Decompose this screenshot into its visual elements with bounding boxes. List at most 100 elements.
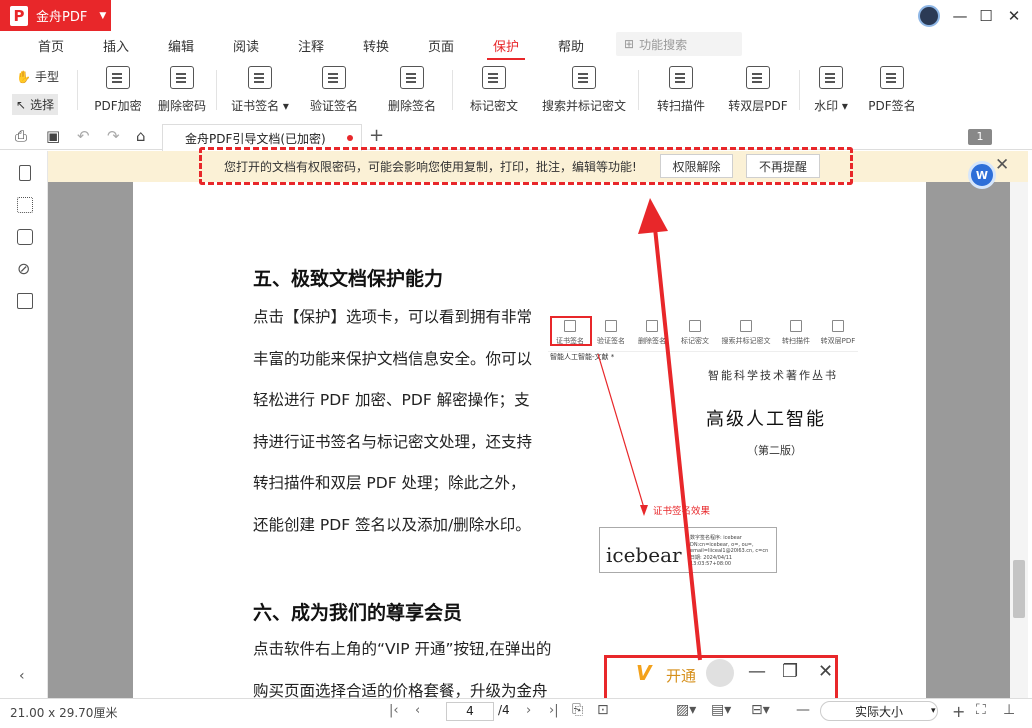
dual-layer-icon [746,66,770,89]
hand-tool[interactable]: ✋ 手型 [16,68,59,85]
section-5-paragraph: 点击【保护】选项卡，可以看到拥有非常 丰富的功能来保护文档信息安全。你可以 轻松… [253,297,553,546]
redo-icon[interactable]: ↷ [107,127,120,145]
annotation-arrow-large [638,198,702,661]
attachment-icon[interactable]: ⊘ [17,259,30,278]
section-5-heading: 五、极致文档保护能力 [253,268,444,290]
paragraph-line: 点击【保护】选项卡，可以看到拥有非常 [253,308,533,326]
comment-icon[interactable] [17,229,33,245]
undo-icon[interactable]: ↶ [77,127,90,145]
pen-icon [880,66,904,89]
unlock-icon [170,66,194,89]
verify-icon [322,66,346,89]
tab-home[interactable]: 首页 [37,36,65,55]
vertical-scrollbar[interactable] [1010,182,1028,698]
scrollbar-thumb[interactable] [1013,560,1025,618]
page-dimensions: 21.00 x 29.70厘米 [10,706,118,720]
toolbar-divider [452,70,453,110]
page-total: /4 [498,703,510,717]
document-tab-strip [0,122,1032,150]
dual-layer-label: 转双层PDF [728,99,788,113]
toolbar-divider [638,70,639,110]
close-notice-button[interactable]: ✕ [995,155,1009,175]
page-layout-icon[interactable]: ▤▾ [711,702,731,718]
first-page-icon[interactable]: |‹ [389,703,399,718]
tab-page[interactable]: 页面 [427,36,455,55]
minimize-button[interactable]: — [949,6,971,26]
thumbnails-icon[interactable] [17,197,33,213]
bookmark-icon[interactable] [19,165,31,181]
last-page-icon[interactable]: ›| [549,703,559,718]
tab-annotate[interactable]: 注释 [297,36,325,55]
collapse-sidebar-icon[interactable]: ‹ [19,668,25,684]
to-scan-button[interactable]: 转扫描件 [653,66,709,114]
tab-read[interactable]: 阅读 [232,36,260,55]
search-mark-icon [572,66,596,89]
fullscreen-icon[interactable]: ⛶ [976,702,986,718]
delete-sign-icon [400,66,424,89]
maximize-button[interactable]: ☐ [975,6,997,26]
zoom-in-icon[interactable]: + [952,702,965,721]
vip-close-icon: ✕ [818,661,834,682]
paragraph-line: 轻松进行 PDF 加密、PDF 解密操作；支 [253,391,530,409]
page-count-badge: 1 [968,129,992,145]
remove-password-button[interactable]: 删除密码 [156,66,208,114]
user-avatar[interactable] [918,5,940,27]
lock-icon [106,66,130,89]
cert-sign-button[interactable]: 证书签名 ▾ [229,66,291,114]
tab-convert[interactable]: 转换 [362,36,390,55]
next-page-icon[interactable]: › [526,703,531,718]
close-window-button[interactable]: ✕ [1003,6,1025,26]
verify-sign-label: 验证签名 [309,99,358,113]
watermark-button[interactable]: 水印 ▾ [812,66,850,114]
zoom-out-icon[interactable]: — [796,702,810,718]
section-6-heading: 六、成为我们的尊享会员 [253,602,463,624]
print-icon[interactable]: ⎙ [15,127,27,145]
mark-redaction-button[interactable]: 标记密文 [466,66,522,114]
app-name: 金舟PDF [36,10,88,25]
mark-icon [482,66,506,89]
search-grid-icon: ⊞ [624,37,635,51]
toolbar-divider [799,70,800,110]
page-number-input[interactable]: 4 [446,702,494,721]
word-convert-float-icon[interactable]: W [968,161,996,189]
document-tab-title: 金舟PDF引导文档(已加密) [185,131,326,146]
search-mark-label: 搜索并标记密文 [541,99,626,113]
signature-panel-icon[interactable] [17,293,33,309]
tab-insert[interactable]: 插入 [102,36,130,55]
pdf-encrypt-button[interactable]: PDF加密 [92,66,144,114]
title-bar [0,0,1032,32]
rotate-icon[interactable]: ⎘ [572,702,583,718]
tab-protect[interactable]: 保护 [492,36,520,55]
fit-page-icon[interactable]: ⊡ [597,702,609,718]
watermark-label: 水印 [814,99,839,113]
mark-redaction-label: 标记密文 [469,99,518,113]
delete-sign-button[interactable]: 删除签名 [384,66,440,114]
dual-layer-button[interactable]: 转双层PDF [727,66,789,114]
unsaved-dot-icon [347,135,353,141]
select-tool[interactable]: ↖ 选择 [12,94,59,115]
two-page-icon[interactable]: ⊟▾ [751,702,770,718]
pin-icon[interactable]: ⊥ [1003,702,1015,718]
view-mode-icon[interactable]: ▨▾ [676,702,696,718]
zoom-select[interactable]: 实际大小 ▾ [820,701,938,721]
prev-page-icon[interactable]: ‹ [415,703,420,718]
save-icon[interactable]: ▣ [46,127,60,145]
search-mark-button[interactable]: 搜索并标记密文 [540,66,628,114]
active-tab-indicator [487,58,525,60]
watermark-icon [819,66,843,89]
home-icon[interactable]: ⌂ [136,127,146,145]
hand-tool-label: 手型 [34,70,59,84]
book-title: 高级人工智能 [706,409,826,430]
chevron-down-icon: ▼ [99,10,107,21]
remove-password-label: 删除密码 [157,99,206,113]
tab-help[interactable]: 帮助 [557,36,585,55]
app-menu-button[interactable]: P 金舟PDF ▼ [0,0,111,31]
tab-edit[interactable]: 编辑 [167,36,195,55]
function-search[interactable]: ⊞ 功能搜索 [616,32,742,56]
new-tab-button[interactable]: + [369,125,384,146]
hand-icon: ✋ [16,69,31,84]
zoom-value: 实际大小 [855,704,904,719]
app-logo-icon: P [10,5,28,26]
verify-sign-button[interactable]: 验证签名 [306,66,362,114]
pdf-sign-button[interactable]: PDF签名 [866,66,918,114]
